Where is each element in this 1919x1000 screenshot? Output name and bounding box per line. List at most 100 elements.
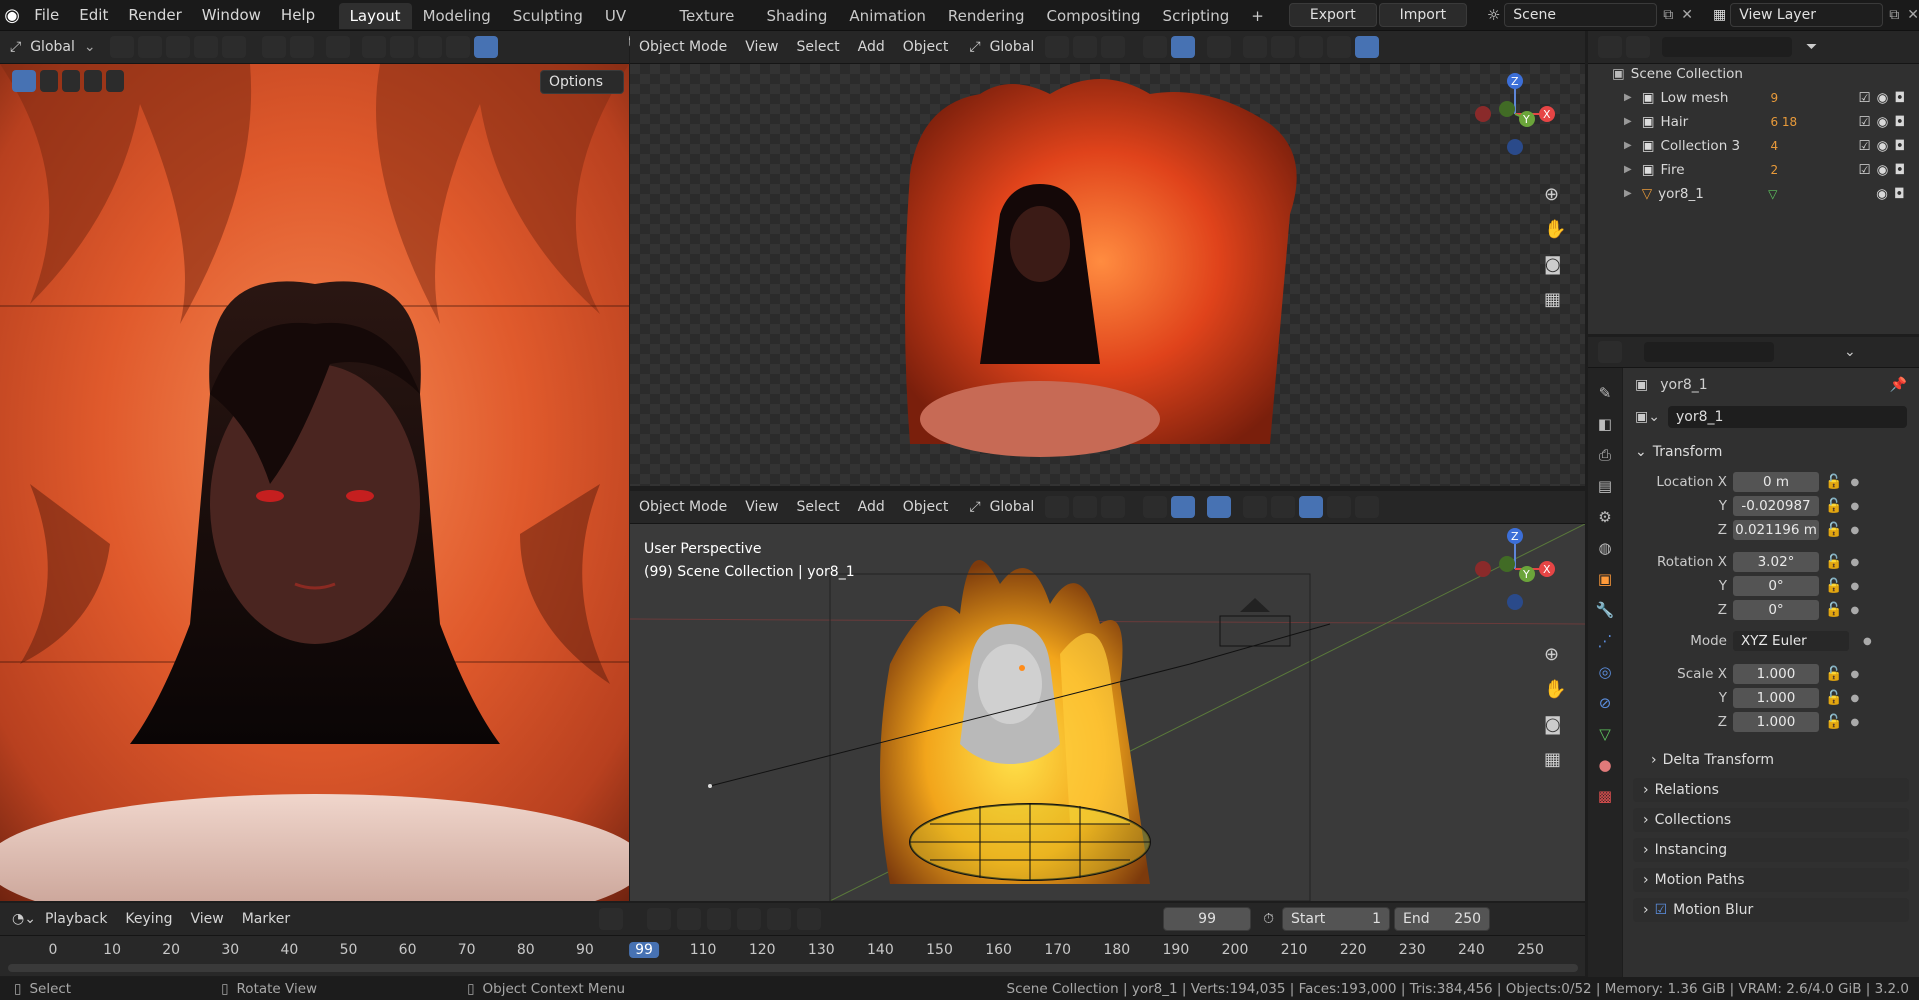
jump-start-icon[interactable] — [647, 908, 672, 930]
material-shading-icon[interactable] — [1327, 36, 1352, 58]
top-menu-add[interactable]: Add — [849, 31, 894, 63]
gizmo-icon[interactable] — [289, 36, 314, 58]
menu-render[interactable]: Render — [118, 0, 191, 30]
expand-arrow-icon[interactable]: ▶ — [1624, 184, 1632, 204]
jump-end-icon[interactable] — [797, 908, 822, 930]
playback-menu[interactable]: Playback — [36, 903, 116, 935]
relations-panel-header[interactable]: › Relations — [1633, 778, 1909, 802]
material-tab-icon[interactable]: ● — [1598, 756, 1611, 774]
xray-icon[interactable] — [1243, 36, 1268, 58]
falloff-icon[interactable] — [221, 36, 246, 58]
proportional-edit-icon[interactable] — [1101, 496, 1126, 518]
snap-icon[interactable] — [1073, 36, 1098, 58]
expand-arrow-icon[interactable]: ▶ — [1624, 160, 1632, 180]
top-mode-dropdown[interactable]: Object Mode — [630, 31, 736, 63]
keyframe-dot-icon[interactable]: ● — [1850, 501, 1859, 512]
proportional-edit-icon[interactable] — [1101, 36, 1126, 58]
keyframe-dot-icon[interactable]: ● — [1850, 717, 1859, 728]
constraints-tab-icon[interactable]: ⊘ — [1599, 694, 1612, 712]
editor-type-icon[interactable]: ◔⌄ — [12, 911, 36, 927]
next-keyframe-icon[interactable] — [767, 908, 792, 930]
keyframe-dot-icon[interactable]: ● — [1850, 581, 1859, 592]
camera-icon[interactable]: ◘ — [1894, 184, 1905, 204]
outliner-root[interactable]: ▣ Scene Collection — [1588, 64, 1919, 84]
solid-shading-icon[interactable] — [1299, 496, 1324, 518]
scene-icon[interactable]: ☼ — [1487, 6, 1500, 24]
expand-arrow-icon[interactable]: ▶ — [1624, 136, 1632, 156]
pin-icon[interactable]: 📌 — [1890, 377, 1907, 393]
pivot-icon[interactable] — [1045, 36, 1070, 58]
checkbox-icon[interactable]: ☑ — [1858, 160, 1870, 180]
gizmo-neg-y-axis[interactable] — [1499, 556, 1515, 572]
display-mode-icon[interactable] — [1626, 36, 1650, 58]
play-icon[interactable] — [737, 908, 762, 930]
zoom-icon[interactable]: ⊕ — [1544, 644, 1566, 665]
current-frame-marker[interactable]: 99 — [629, 942, 659, 958]
rotation-z-field[interactable]: 0° — [1733, 600, 1819, 620]
navigation-gizmo[interactable]: Z X Y — [1475, 69, 1565, 159]
camera-icon[interactable]: ◘ — [1894, 136, 1905, 156]
delete-view-layer-icon[interactable]: ✕ — [1907, 7, 1919, 23]
lock-icon[interactable]: 🔓 — [1825, 666, 1842, 682]
material-shading-icon[interactable] — [445, 36, 470, 58]
ortho-grid-icon[interactable]: ▦ — [1544, 749, 1566, 770]
snap-icon[interactable] — [1073, 496, 1098, 518]
expand-arrow-icon[interactable]: ▶ — [1624, 112, 1632, 132]
start-frame-field[interactable]: Start 1 — [1282, 907, 1391, 931]
data-tab-icon[interactable]: ▽ — [1599, 725, 1611, 743]
material-shading-icon[interactable] — [1327, 496, 1352, 518]
solid-shading-icon[interactable] — [417, 36, 442, 58]
view-layer-tab-icon[interactable]: ▤ — [1598, 477, 1612, 495]
lock-icon[interactable]: 🔓 — [1825, 474, 1842, 490]
scene-selector[interactable]: Scene — [1504, 3, 1658, 27]
keyframe-dot-icon[interactable]: ● — [1850, 693, 1859, 704]
gizmo-neg-x-axis[interactable] — [1475, 106, 1491, 122]
camera-icon[interactable]: ◘ — [1894, 112, 1905, 132]
ortho-grid-icon[interactable]: ▦ — [1544, 289, 1566, 310]
scale-z-field[interactable]: 1.000 — [1733, 712, 1819, 732]
options-dropdown[interactable]: Options — [540, 70, 624, 94]
current-frame-field[interactable]: 99 — [1163, 907, 1252, 931]
view-layer-icon[interactable]: ▦ — [1713, 7, 1726, 23]
solid-shading-icon[interactable] — [1299, 36, 1324, 58]
eye-icon[interactable]: ◉ — [1877, 160, 1889, 180]
top-viewport[interactable]: Z X Y ⊕ ✋ ◙ ▦ — [630, 64, 1585, 486]
bottom-orientation-dropdown[interactable]: Global — [981, 491, 1044, 523]
gizmo-icon[interactable] — [1171, 496, 1196, 518]
checkbox-icon[interactable]: ☑ — [1858, 112, 1870, 132]
prev-keyframe-icon[interactable] — [677, 908, 702, 930]
timeline-scrollbar[interactable] — [8, 964, 1578, 972]
object-icon[interactable]: ▣⌄ — [1635, 409, 1660, 425]
instancing-panel-header[interactable]: › Instancing — [1633, 838, 1909, 862]
outliner-item[interactable]: ▶ ▣ Fire 2 ☑ ◉ ◘ — [1588, 160, 1919, 180]
overlay-icon[interactable] — [1207, 36, 1232, 58]
scale-x-field[interactable]: 1.000 — [1733, 664, 1819, 684]
camera-icon[interactable]: ◘ — [1894, 88, 1905, 108]
xray-icon[interactable] — [1243, 496, 1268, 518]
bottom-menu-object[interactable]: Object — [894, 491, 958, 523]
top-orientation-dropdown[interactable]: Global — [981, 31, 1044, 63]
select-mode-invert-icon[interactable] — [106, 70, 124, 92]
proportional-edit-icon[interactable] — [193, 36, 218, 58]
output-tab-icon[interactable]: ⎙ — [1599, 446, 1611, 464]
view-menu[interactable]: View — [181, 903, 232, 935]
bottom-menu-select[interactable]: Select — [787, 491, 848, 523]
scene-tab-icon[interactable]: ⚙ — [1598, 508, 1611, 526]
lock-icon[interactable]: 🔓 — [1825, 498, 1842, 514]
rendered-shading-icon[interactable] — [1355, 36, 1380, 58]
rendered-shading-icon[interactable] — [473, 36, 498, 58]
wireframe-shading-icon[interactable] — [1271, 496, 1296, 518]
visibility-icon[interactable] — [1143, 36, 1168, 58]
blender-logo-icon[interactable]: ◉ — [0, 5, 24, 26]
eye-icon[interactable]: ◉ — [1877, 88, 1889, 108]
visibility-icon[interactable] — [261, 36, 286, 58]
tab-modeling[interactable]: Modeling — [412, 3, 502, 29]
tab-shading[interactable]: Shading — [755, 3, 838, 29]
outliner-item[interactable]: ▶ ▣ Low mesh 9 ☑ ◉ ◘ — [1588, 88, 1919, 108]
left-orientation-dropdown[interactable]: Global — [21, 31, 84, 63]
pivot-icon[interactable] — [109, 36, 134, 58]
record-keyframe-icon[interactable] — [599, 908, 624, 930]
gizmo-neg-x-axis[interactable] — [1475, 561, 1491, 577]
location-z-field[interactable]: 0.021196 m — [1733, 520, 1819, 540]
keyframe-dot-icon[interactable]: ● — [1850, 605, 1859, 616]
